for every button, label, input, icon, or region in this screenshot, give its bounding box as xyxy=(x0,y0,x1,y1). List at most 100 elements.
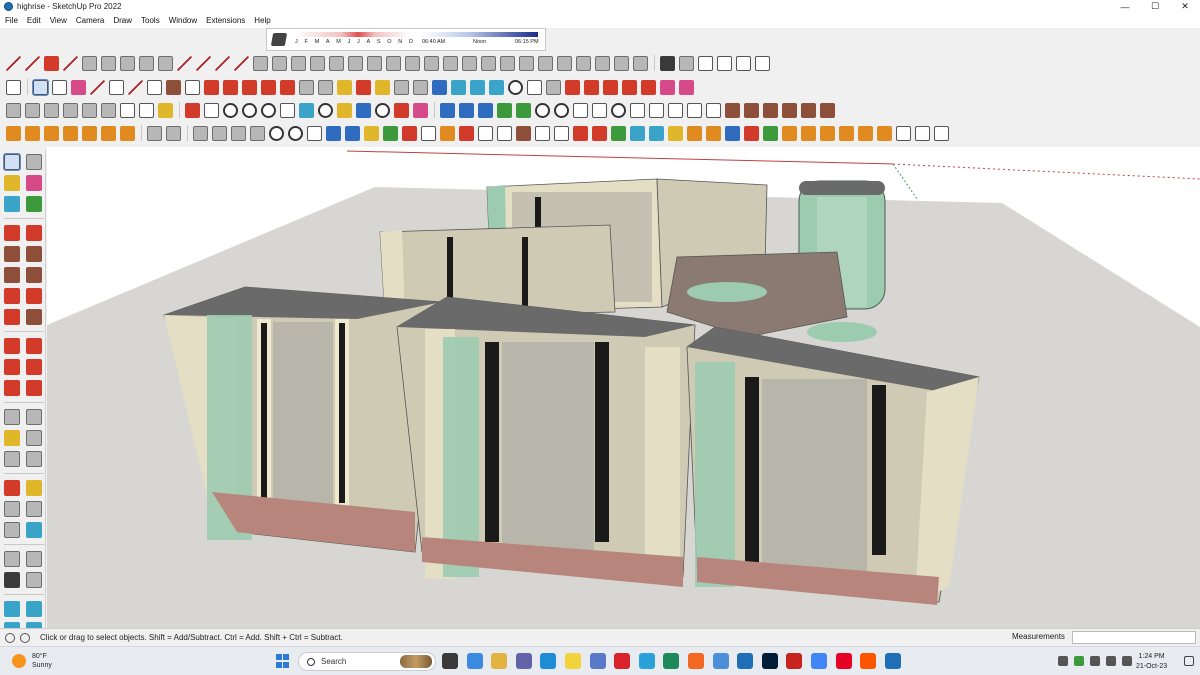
sandbox-icon[interactable] xyxy=(470,79,485,95)
stack-2-icon[interactable] xyxy=(801,125,816,141)
tape-icon[interactable] xyxy=(253,55,268,71)
edge-icon[interactable] xyxy=(478,125,493,141)
date-slider[interactable] xyxy=(295,32,410,37)
menu-view[interactable]: View xyxy=(50,16,67,25)
parallelogram-icon[interactable] xyxy=(280,102,295,118)
dome-icon[interactable] xyxy=(101,125,116,141)
fence-icon[interactable] xyxy=(595,55,610,71)
check-icon[interactable] xyxy=(763,125,778,141)
3d-text-icon[interactable] xyxy=(26,451,42,467)
chevron-down-icon[interactable] xyxy=(109,79,124,95)
door-tool-icon[interactable] xyxy=(443,55,458,71)
offset-icon[interactable] xyxy=(394,102,409,118)
terrain-icon[interactable] xyxy=(489,79,504,95)
menu-window[interactable]: Window xyxy=(169,16,197,25)
plus-green-icon[interactable] xyxy=(611,125,626,141)
solid-union-icon[interactable] xyxy=(565,79,580,95)
wifi-icon[interactable] xyxy=(1090,656,1100,666)
two-point-arc-icon[interactable] xyxy=(26,288,42,304)
star-icon[interactable] xyxy=(725,125,740,141)
right-view-icon[interactable] xyxy=(63,102,78,118)
roof-icon[interactable] xyxy=(386,55,401,71)
circle-icon[interactable] xyxy=(223,102,238,118)
select-arrow-icon[interactable] xyxy=(32,78,49,96)
menu-edit[interactable]: Edit xyxy=(27,16,41,25)
uv-grid-icon[interactable] xyxy=(782,102,797,118)
section-cut-icon[interactable] xyxy=(592,102,607,118)
pan-icon[interactable] xyxy=(375,79,390,95)
text-icon[interactable] xyxy=(26,430,42,446)
clock[interactable]: 1:24 PM 21-Oct-23 xyxy=(1136,652,1167,672)
weather-widget[interactable]: 80°F Sunny xyxy=(12,652,52,670)
freehand-icon[interactable] xyxy=(25,55,40,71)
warning-icon[interactable] xyxy=(668,125,683,141)
house-icon[interactable] xyxy=(736,55,751,71)
table-orange-icon[interactable] xyxy=(858,125,873,141)
file-explorer-app-icon[interactable] xyxy=(491,653,508,669)
close-button[interactable]: ✕ xyxy=(1170,0,1200,13)
telegram-app-icon[interactable] xyxy=(638,653,655,669)
time-slider[interactable] xyxy=(422,32,538,37)
move-icon[interactable] xyxy=(196,55,211,71)
chrome-app-icon[interactable] xyxy=(810,653,827,669)
iso-view-icon[interactable] xyxy=(6,102,21,118)
zoom-icon[interactable] xyxy=(394,79,409,95)
start-button[interactable] xyxy=(276,654,290,668)
photos-app-icon[interactable] xyxy=(663,653,680,669)
volume-icon[interactable] xyxy=(1106,656,1116,666)
battery-icon[interactable] xyxy=(1122,656,1132,666)
ruler-icon[interactable] xyxy=(63,125,78,141)
followme-icon[interactable] xyxy=(26,359,42,375)
cross-icon[interactable] xyxy=(592,125,607,141)
polygon-icon[interactable] xyxy=(120,55,135,71)
solid-subtract-icon[interactable] xyxy=(584,79,599,95)
pinterest-app-icon[interactable] xyxy=(835,653,852,669)
pencil-icon[interactable] xyxy=(185,102,200,118)
circle-icon[interactable] xyxy=(101,55,116,71)
dots-select-icon[interactable] xyxy=(915,125,930,141)
rect-icon[interactable] xyxy=(204,102,219,118)
weld-tool-icon[interactable] xyxy=(516,125,531,141)
ellipse-icon[interactable] xyxy=(261,102,276,118)
chevron-down-icon[interactable] xyxy=(185,79,200,95)
solid-outer-icon[interactable] xyxy=(660,79,675,95)
solid-intersect-icon[interactable] xyxy=(603,79,618,95)
array-icon[interactable] xyxy=(478,102,493,118)
paint-bucket-icon[interactable] xyxy=(337,79,352,95)
line-tool-icon[interactable] xyxy=(6,55,21,71)
menu-extensions[interactable]: Extensions xyxy=(206,16,245,25)
sketchup-active-app-icon[interactable] xyxy=(884,653,901,669)
security-icon[interactable] xyxy=(1074,656,1084,666)
window-tool-icon[interactable] xyxy=(424,55,439,71)
freehand-icon[interactable] xyxy=(26,225,42,241)
maximize-button[interactable]: ☐ xyxy=(1140,0,1170,13)
scale-icon[interactable] xyxy=(280,79,295,95)
edge-soft-icon[interactable] xyxy=(497,125,512,141)
position-icon[interactable] xyxy=(516,102,531,118)
walk-icon[interactable] xyxy=(706,102,721,118)
note-icon[interactable] xyxy=(158,102,173,118)
flip-icon[interactable] xyxy=(440,102,455,118)
uv-unwrap-icon[interactable] xyxy=(820,102,835,118)
protractor-icon[interactable] xyxy=(4,430,20,446)
axes-icon[interactable] xyxy=(310,55,325,71)
pan-icon[interactable] xyxy=(26,480,42,496)
pie-icon[interactable] xyxy=(26,309,42,325)
circle-icon[interactable] xyxy=(4,267,20,283)
weld-icon[interactable] xyxy=(413,102,428,118)
cube-wire-icon[interactable] xyxy=(212,125,227,141)
dimension-icon[interactable] xyxy=(26,409,42,425)
grid-icon[interactable] xyxy=(519,55,534,71)
menu-file[interactable]: File xyxy=(5,16,18,25)
rotate-icon[interactable] xyxy=(4,359,20,375)
modeling-viewport[interactable] xyxy=(47,147,1200,628)
grid-orange-icon[interactable] xyxy=(839,125,854,141)
eraser-icon[interactable] xyxy=(71,79,86,95)
scene-icon[interactable] xyxy=(630,102,645,118)
materials-icon[interactable] xyxy=(679,55,694,71)
chevron-down-icon[interactable] xyxy=(147,79,162,95)
minimize-button[interactable]: — xyxy=(1110,0,1140,13)
back-view-icon[interactable] xyxy=(82,102,97,118)
look-around-icon[interactable] xyxy=(26,551,42,567)
move-icon[interactable] xyxy=(242,79,257,95)
